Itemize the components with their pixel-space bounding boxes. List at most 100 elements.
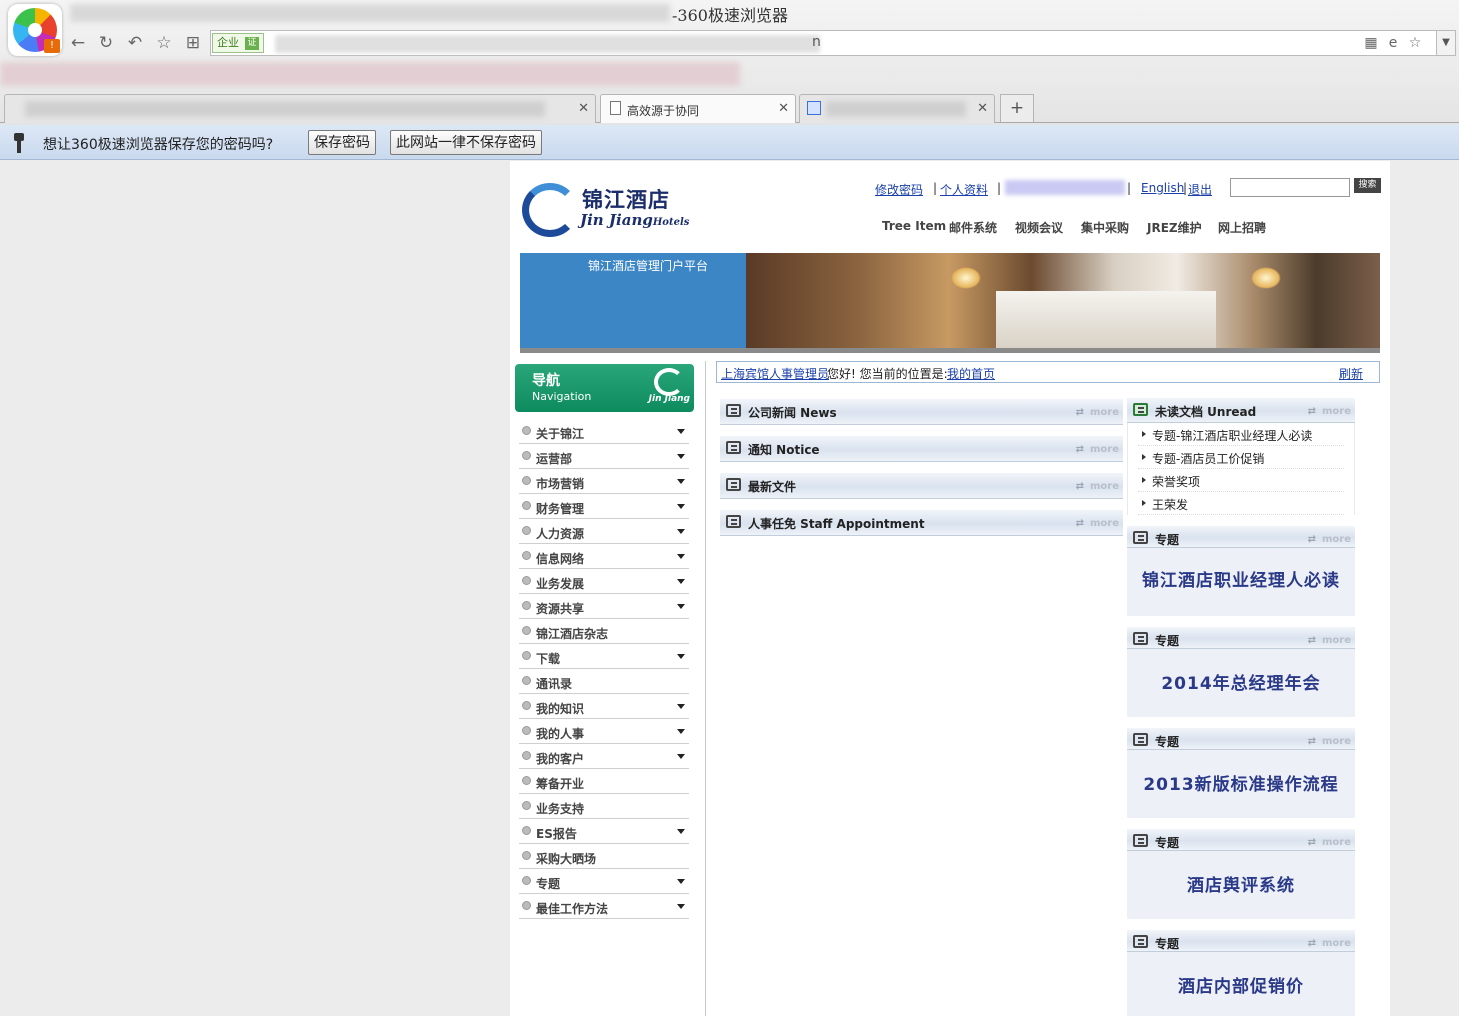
- qr-code-icon[interactable]: ▦: [1362, 34, 1380, 52]
- jinjiang-logo[interactable]: 锦江酒店 Jin JiangHotels: [520, 181, 690, 239]
- menu-video[interactable]: 视频会议: [1015, 219, 1063, 236]
- expand-caret-icon[interactable]: [677, 554, 685, 559]
- profile-link[interactable]: 个人资料: [940, 181, 988, 198]
- topic-text[interactable]: 酒店内部促销价: [1127, 972, 1355, 997]
- undo-icon[interactable]: ↶: [124, 32, 146, 54]
- section-title[interactable]: 通知 Notice: [748, 441, 820, 458]
- unread-item-label: 专题-锦江酒店职业经理人必读: [1152, 429, 1313, 443]
- nav-item[interactable]: 我的人事: [519, 719, 689, 744]
- topic-card[interactable]: 锦江酒店职业经理人必读: [1127, 548, 1355, 616]
- expand-caret-icon[interactable]: [677, 654, 685, 659]
- unread-more-link[interactable]: ⇄ more: [1308, 406, 1351, 417]
- more-link[interactable]: ⇄ more: [1076, 518, 1119, 529]
- home-link[interactable]: 我的首页: [947, 365, 995, 382]
- nav-item[interactable]: 关于锦江: [519, 419, 689, 444]
- nav-item[interactable]: 财务管理: [519, 494, 689, 519]
- expand-caret-icon[interactable]: [677, 504, 685, 509]
- tab-2[interactable]: 高效源于协同 ✕: [600, 94, 796, 123]
- expand-caret-icon[interactable]: [677, 529, 685, 534]
- nav-item[interactable]: 筹备开业: [519, 769, 689, 794]
- user-link[interactable]: 上海宾馆人事管理员: [721, 365, 829, 382]
- topic-card[interactable]: 酒店舆评系统: [1127, 851, 1355, 919]
- ie-mode-icon[interactable]: e: [1384, 34, 1402, 52]
- search-input[interactable]: [1230, 178, 1350, 197]
- expand-caret-icon[interactable]: [677, 754, 685, 759]
- favorite-star-icon[interactable]: ☆: [153, 32, 175, 54]
- search-button[interactable]: 搜索: [1354, 178, 1381, 193]
- change-password-link[interactable]: 修改密码: [875, 181, 923, 198]
- back-icon[interactable]: ←: [67, 32, 89, 54]
- more-link[interactable]: ⇄ more: [1076, 444, 1119, 455]
- nav-item[interactable]: 最佳工作方法: [519, 894, 689, 919]
- menu-mail[interactable]: 邮件系统: [949, 219, 997, 236]
- nav-item[interactable]: 人力资源: [519, 519, 689, 544]
- topic-card[interactable]: 2014年总经理年会: [1127, 649, 1355, 717]
- expand-caret-icon[interactable]: [677, 429, 685, 434]
- english-link[interactable]: English: [1141, 181, 1184, 195]
- topic-text[interactable]: 锦江酒店职业经理人必读: [1127, 566, 1355, 591]
- more-link[interactable]: ⇄ more: [1308, 736, 1351, 747]
- topic-card[interactable]: 酒店内部促销价: [1127, 952, 1355, 1016]
- bookmark-star-icon[interactable]: ☆: [1406, 34, 1424, 52]
- nav-item[interactable]: 下载: [519, 644, 689, 669]
- unread-item[interactable]: 荣誉奖项: [1138, 469, 1344, 492]
- more-link[interactable]: ⇄ more: [1076, 407, 1119, 418]
- unread-item[interactable]: 专题-锦江酒店职业经理人必读: [1138, 423, 1344, 446]
- refresh-link[interactable]: 刷新: [1339, 365, 1363, 382]
- nav-item[interactable]: 信息网络: [519, 544, 689, 569]
- more-link[interactable]: ⇄ more: [1076, 481, 1119, 492]
- section-title[interactable]: 人事任免 Staff Appointment: [748, 515, 925, 532]
- reload-icon[interactable]: ↻: [95, 32, 117, 54]
- never-save-button[interactable]: 此网站一律不保存密码: [390, 130, 542, 155]
- nav-item[interactable]: 我的知识: [519, 694, 689, 719]
- expand-caret-icon[interactable]: [677, 829, 685, 834]
- section-title[interactable]: 公司新闻 News: [748, 404, 837, 421]
- browser-logo-icon[interactable]: !: [8, 4, 62, 56]
- more-link[interactable]: ⇄ more: [1308, 635, 1351, 646]
- more-link[interactable]: ⇄ more: [1308, 938, 1351, 949]
- nav-item[interactable]: 市场营销: [519, 469, 689, 494]
- nav-item[interactable]: 我的客户: [519, 744, 689, 769]
- menu-recruit[interactable]: 网上招聘: [1218, 219, 1266, 236]
- expand-caret-icon[interactable]: [677, 904, 685, 909]
- menu-jrez[interactable]: JREZ维护: [1147, 219, 1202, 236]
- address-dropdown-button[interactable]: ▼: [1436, 30, 1456, 56]
- new-tab-button[interactable]: +: [1000, 94, 1034, 122]
- close-tab-icon[interactable]: ✕: [778, 101, 789, 116]
- topic-text[interactable]: 酒店舆评系统: [1127, 871, 1355, 896]
- menu-purchase[interactable]: 集中采购: [1081, 219, 1129, 236]
- more-link[interactable]: ⇄ more: [1308, 534, 1351, 545]
- expand-caret-icon[interactable]: [677, 704, 685, 709]
- close-tab-icon[interactable]: ✕: [977, 101, 988, 116]
- expand-caret-icon[interactable]: [677, 454, 685, 459]
- nav-item[interactable]: 通讯录: [519, 669, 689, 694]
- nav-item[interactable]: 锦江酒店杂志: [519, 619, 689, 644]
- expand-caret-icon[interactable]: [677, 479, 685, 484]
- expand-caret-icon[interactable]: [677, 604, 685, 609]
- expand-caret-icon[interactable]: [677, 879, 685, 884]
- nav-item[interactable]: 业务支持: [519, 794, 689, 819]
- nav-item[interactable]: 专题: [519, 869, 689, 894]
- unread-item[interactable]: 专题-酒店员工价促销: [1138, 446, 1344, 469]
- tab-3[interactable]: ✕: [799, 94, 995, 123]
- close-tab-icon[interactable]: ✕: [578, 101, 589, 116]
- topic-text[interactable]: 2014年总经理年会: [1127, 669, 1355, 694]
- nav-item[interactable]: 资源共享: [519, 594, 689, 619]
- nav-item[interactable]: ES报告: [519, 819, 689, 844]
- nav-item[interactable]: 业务发展: [519, 569, 689, 594]
- menu-tree-item[interactable]: Tree Item: [882, 219, 946, 233]
- topic-card[interactable]: 2013新版标准操作流程: [1127, 750, 1355, 818]
- expand-caret-icon[interactable]: [677, 579, 685, 584]
- logout-link[interactable]: 退出: [1188, 181, 1212, 198]
- enterprise-badge[interactable]: 企业证: [212, 33, 264, 53]
- topic-text[interactable]: 2013新版标准操作流程: [1127, 770, 1355, 795]
- nav-item[interactable]: 采购大晒场: [519, 844, 689, 869]
- tab-1[interactable]: ✕: [4, 94, 596, 123]
- expand-caret-icon[interactable]: [677, 729, 685, 734]
- apps-grid-icon[interactable]: ⊞: [182, 32, 204, 54]
- unread-item[interactable]: 王荣发: [1138, 492, 1344, 515]
- nav-item[interactable]: 运营部: [519, 444, 689, 469]
- more-link[interactable]: ⇄ more: [1308, 837, 1351, 848]
- section-title[interactable]: 最新文件: [748, 478, 796, 495]
- save-password-button[interactable]: 保存密码: [308, 130, 376, 155]
